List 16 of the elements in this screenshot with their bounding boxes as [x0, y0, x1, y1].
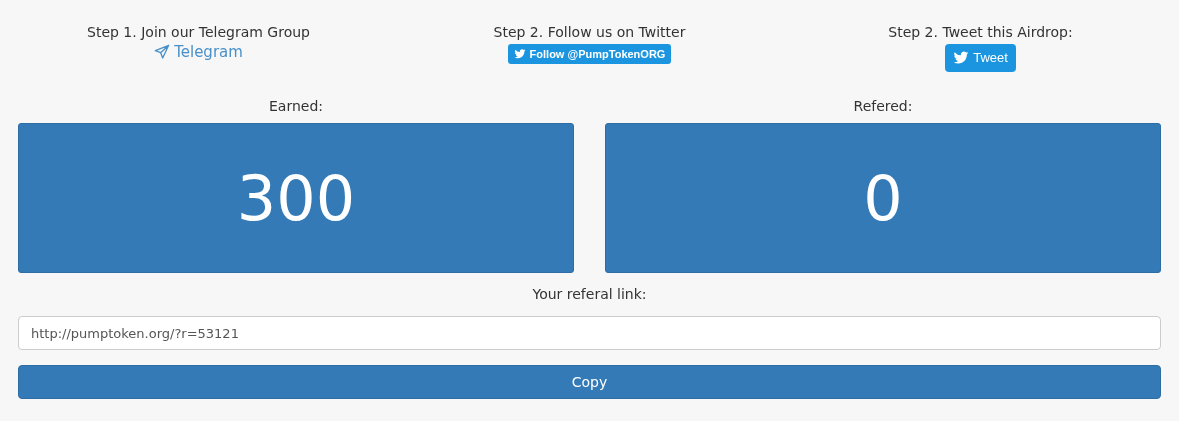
step-title: Step 1. Join our Telegram Group: [87, 23, 310, 42]
stat-value: 0: [863, 160, 903, 237]
follow-button[interactable]: Follow @PumpTokenORG: [507, 44, 672, 64]
referral-link-field[interactable]: http://pumptoken.org/?r=53121: [18, 316, 1161, 350]
copy-button[interactable]: Copy: [18, 365, 1161, 399]
step-title: Step 2. Follow us on Twitter: [493, 23, 686, 42]
telegram-link[interactable]: Telegram: [154, 42, 243, 62]
tweet-button[interactable]: Tweet: [945, 44, 1016, 72]
stat-label: Earned:: [269, 97, 323, 116]
bird-icon: [953, 50, 970, 66]
stat-value: 300: [236, 160, 356, 237]
bird-icon: [513, 48, 526, 60]
referral-label: Your referal link:: [531, 285, 648, 304]
paper-plane-icon: [154, 44, 171, 60]
step-title: Step 2. Tweet this Airdrop:: [888, 23, 1073, 42]
stat-label: Refered:: [853, 97, 913, 116]
